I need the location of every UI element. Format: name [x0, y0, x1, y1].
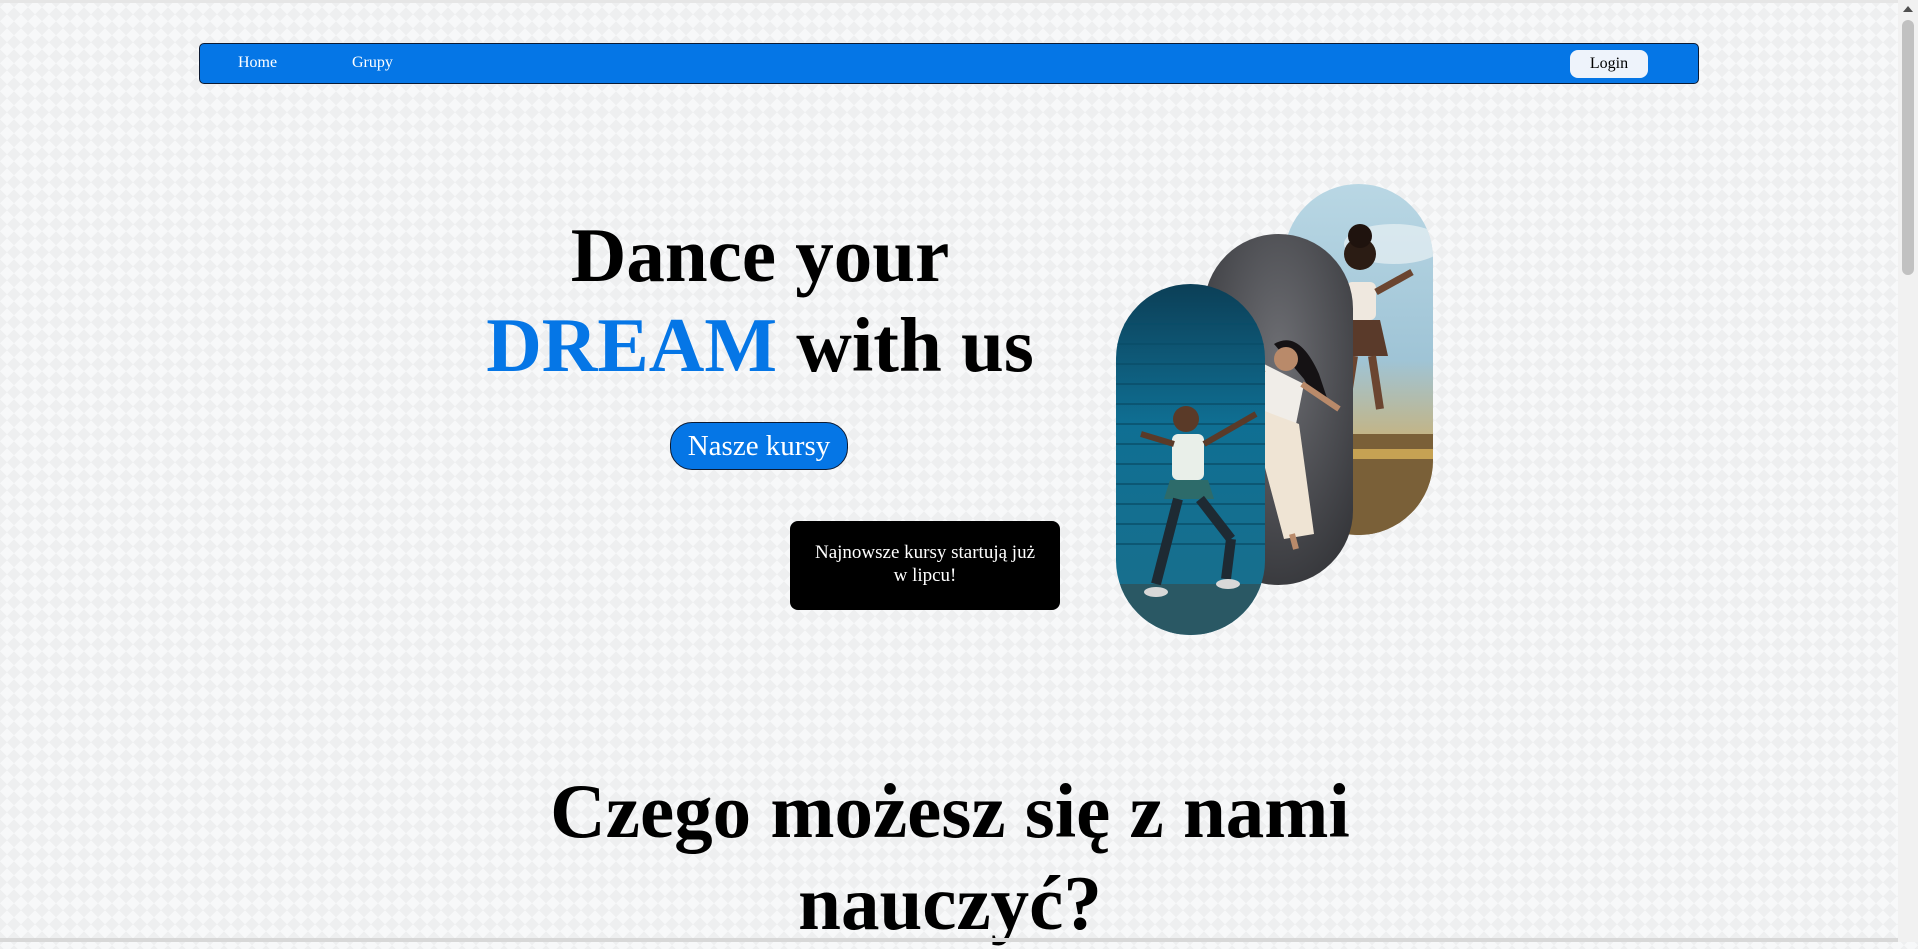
hero-title-accent: DREAM	[486, 302, 778, 388]
dancer-photo-1	[1116, 284, 1265, 635]
notice-text: Najnowsze kursy startują już w lipcu!	[814, 542, 1036, 586]
hero-title-line2: with us	[796, 302, 1034, 388]
hero-title: Dance your DREAM with us	[420, 210, 1100, 390]
scroll-up-arrow-icon[interactable]	[1903, 6, 1913, 12]
login-button[interactable]: Login	[1570, 50, 1648, 78]
navbar: Home Grupy Login	[199, 43, 1699, 84]
nav-link-groups[interactable]: Grupy	[352, 54, 393, 72]
notice-box: Najnowsze kursy startują już w lipcu!	[790, 521, 1060, 610]
page-scrollbar[interactable]	[1898, 0, 1918, 942]
nav-link-home[interactable]: Home	[238, 54, 277, 72]
browser-bottom-edge	[0, 938, 1898, 942]
browser-top-edge	[0, 0, 1898, 3]
hero-title-line1: Dance your	[570, 212, 950, 298]
section-title: Czego możesz się z nami nauczyć?	[550, 768, 1350, 946]
scroll-thumb[interactable]	[1902, 20, 1914, 275]
courses-button[interactable]: Nasze kursy	[670, 422, 848, 470]
